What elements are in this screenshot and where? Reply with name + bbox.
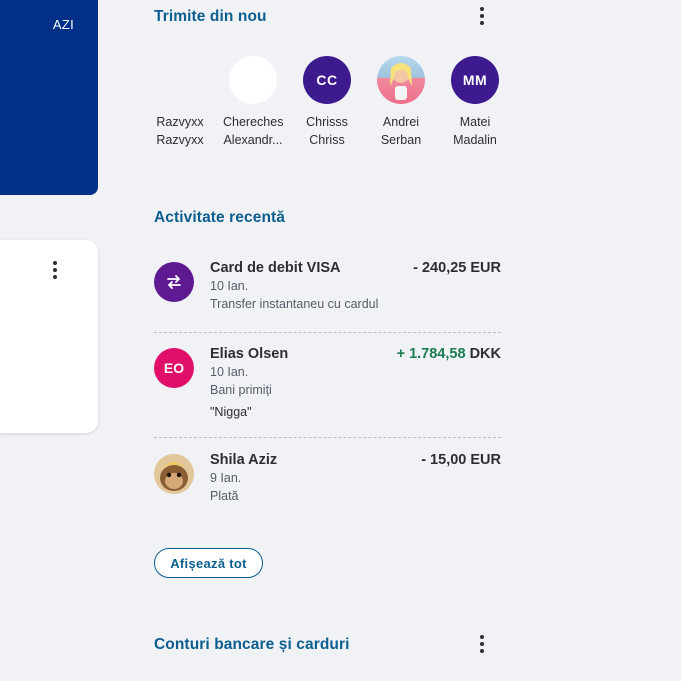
transaction-amount: + 1.784,58 DKK (397, 346, 501, 362)
contact-chereches[interactable]: Chereches Alexandr... (223, 56, 283, 149)
contact-andrei[interactable]: Andrei Serban (371, 56, 431, 149)
contact-avatar: CC (303, 56, 351, 104)
contact-name: Razvyxx Razvyxx (156, 115, 204, 147)
transaction-amount: - 240,25 EUR (413, 260, 501, 276)
transaction-name: Shila Aziz (210, 452, 278, 468)
transfer-icon (154, 262, 194, 302)
amount-value: + 1.784,58 (396, 346, 466, 362)
amount-currency: DKK (465, 346, 501, 362)
contact-razvyxx[interactable]: Razvyxx Razvyxx (150, 56, 210, 149)
transaction-row[interactable]: EO Elias Olsen 10 Ian. Bani primiți "Nig… (154, 346, 501, 428)
monkey-avatar-icon (154, 454, 194, 494)
contact-avatar (229, 56, 277, 104)
today-label: AZI (52, 17, 74, 32)
send-again-more-icon[interactable] (474, 5, 490, 27)
transaction-row[interactable]: Shila Aziz 9 Ian. Plată - 15,00 EUR (154, 452, 501, 509)
transaction-note: "Nigga" (210, 405, 252, 419)
transaction-name: Elias Olsen (210, 346, 289, 362)
contact-avatar: MM (451, 56, 499, 104)
contact-chrisss[interactable]: CC Chrisss Chriss (297, 56, 357, 149)
banks-more-icon[interactable] (474, 633, 490, 655)
transaction-desc: Bani primiți (210, 383, 272, 397)
balance-card[interactable]: AZI (0, 0, 98, 195)
contact-name: Andrei Serban (380, 115, 422, 147)
contact-avatar (156, 56, 204, 104)
transaction-date: 9 Ian. (210, 471, 242, 485)
transaction-amount: - 15,00 EUR (421, 452, 501, 468)
contact-name: Chereches Alexandr... (223, 115, 284, 147)
transaction-date: 10 Ian. (210, 365, 249, 379)
photo-avatar-icon (377, 56, 425, 104)
transaction-row[interactable]: Card de debit VISA 10 Ian. Transfer inst… (154, 260, 501, 322)
transaction-desc: Transfer instantaneu cu cardul (210, 297, 379, 311)
divider (154, 437, 501, 438)
transaction-date: 10 Ian. (210, 279, 249, 293)
transaction-desc: Plată (210, 489, 239, 503)
side-card-more-icon[interactable] (47, 259, 63, 281)
send-again-title: Trimite din nou (154, 8, 267, 25)
divider (154, 332, 501, 333)
contact-name: Chrisss Chriss (306, 115, 348, 147)
send-again-contacts: Razvyxx Razvyxx Chereches Alexandr... CC… (150, 56, 506, 156)
recent-activity-title: Activitate recentă (154, 209, 286, 226)
show-all-button[interactable]: Afișează tot (154, 548, 263, 578)
contact-name: Matei Madalin (453, 115, 497, 147)
banks-cards-title: Conturi bancare și carduri (154, 636, 350, 653)
transaction-name: Card de debit VISA (210, 260, 341, 276)
contact-matei[interactable]: MM Matei Madalin (445, 56, 505, 149)
initials-avatar: EO (154, 348, 194, 388)
